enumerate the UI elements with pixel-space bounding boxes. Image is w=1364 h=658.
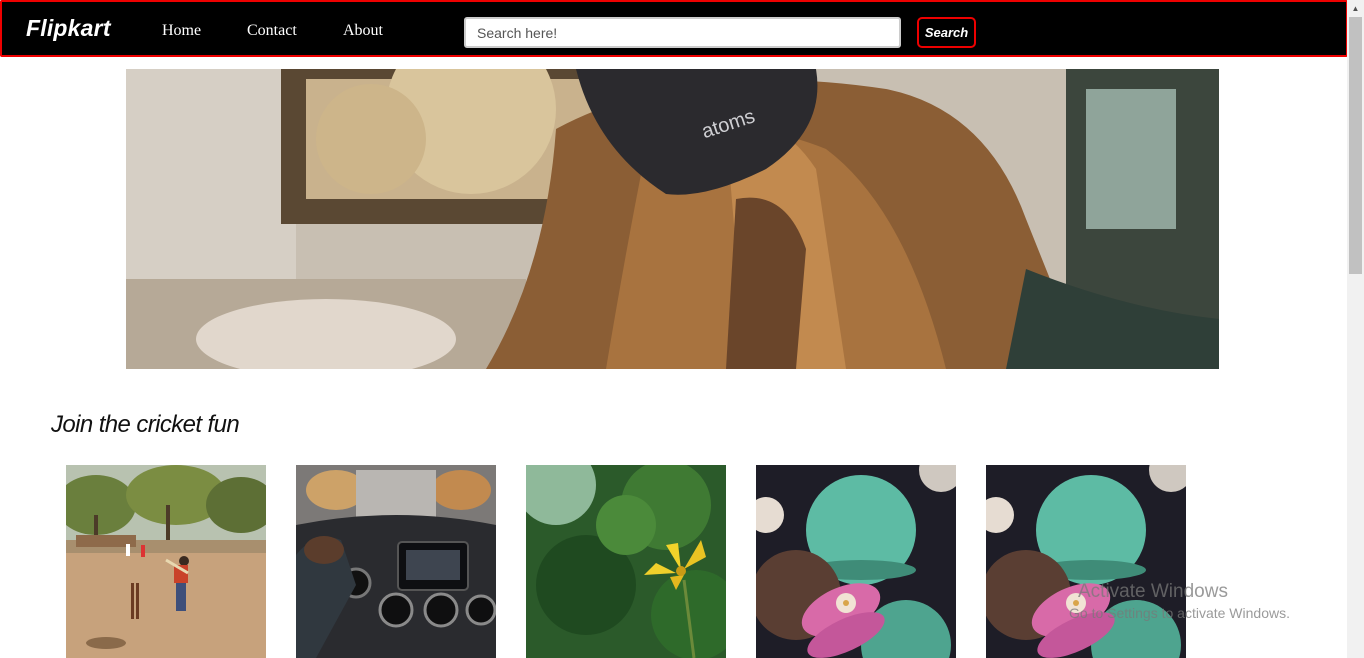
activation-watermark-title: Activate Windows — [1078, 581, 1228, 602]
section-title: Join the cricket fun — [51, 411, 240, 438]
search-input[interactable] — [464, 17, 901, 48]
vertical-scrollbar[interactable]: ▲ — [1347, 0, 1364, 658]
card-image-cricket[interactable] — [66, 465, 266, 658]
navbar: Flipkart Home Contact About Search — [0, 0, 1348, 57]
activation-watermark-subtitle: Go to Settings to activate Windows. — [1069, 605, 1290, 621]
nav-link-contact[interactable]: Contact — [247, 22, 297, 40]
hero-banner: atoms — [126, 69, 1219, 369]
scroll-up-icon[interactable]: ▲ — [1347, 0, 1364, 17]
search-button[interactable]: Search — [917, 17, 976, 48]
nav-link-about[interactable]: About — [343, 22, 383, 40]
scrollbar-thumb[interactable] — [1349, 17, 1362, 274]
brand-logo[interactable]: Flipkart — [26, 15, 111, 42]
card-image-flower[interactable] — [526, 465, 726, 658]
card-image-car-dashboard[interactable] — [296, 465, 496, 658]
card-image-macarons[interactable] — [756, 465, 956, 658]
card-image-macarons-2[interactable] — [986, 465, 1186, 658]
nav-link-home[interactable]: Home — [162, 22, 201, 40]
